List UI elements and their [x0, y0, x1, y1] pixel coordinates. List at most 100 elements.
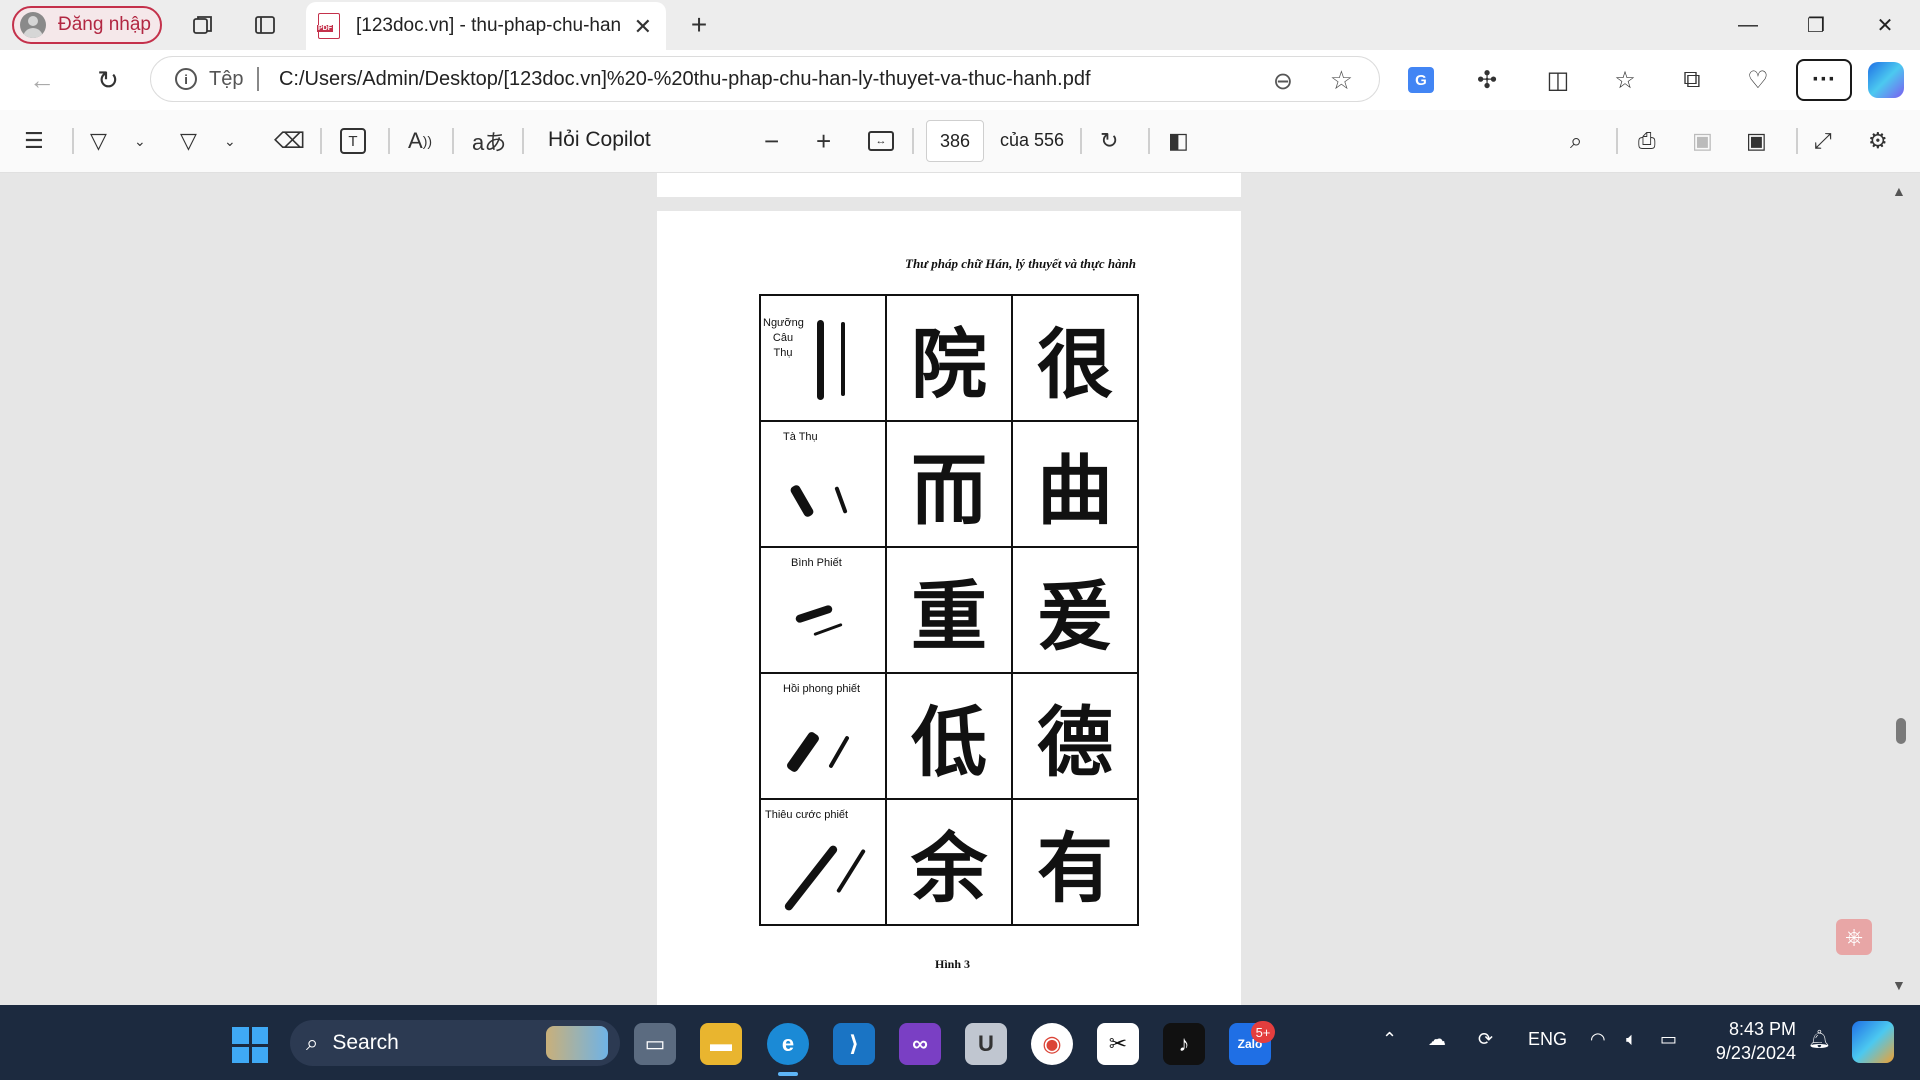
sync-icon[interactable]: ⟳ — [1478, 1029, 1493, 1050]
new-tab-icon[interactable]: + — [684, 9, 714, 40]
refresh-icon[interactable]: ↻ — [90, 62, 126, 98]
vscode-icon[interactable]: ⟩ — [833, 1023, 875, 1065]
stroke-sample-image — [789, 483, 815, 519]
volume-icon[interactable]: 🔈︎ — [1626, 1029, 1637, 1050]
pdf-settings-gear-icon[interactable]: ⚙ — [1868, 126, 1888, 156]
calligraphy-character: 而 — [911, 446, 987, 535]
save-as-icon[interactable]: ▣ — [1746, 126, 1767, 156]
settings-more-icon[interactable]: ··· — [1796, 59, 1852, 101]
add-text-icon[interactable]: T — [340, 126, 366, 156]
read-aloud-icon[interactable]: A)) — [408, 126, 432, 156]
find-icon[interactable]: ⌕ — [1570, 126, 1582, 156]
character-cell: 德 — [1011, 672, 1139, 800]
onedrive-cloud-icon[interactable]: ☁ — [1428, 1029, 1446, 1050]
stroke-cell: Bình Phiết — [759, 546, 887, 674]
tab-title: [123doc.vn] - thu-phap-chu-han-l — [356, 15, 621, 36]
back-icon[interactable]: ← — [24, 62, 60, 98]
minimize-icon[interactable]: — — [1725, 8, 1771, 42]
scrollbar-thumb[interactable] — [1896, 718, 1906, 744]
toolbar-divider — [1796, 128, 1798, 154]
stroke-cell: Hồi phong phiết — [759, 672, 887, 800]
language-indicator[interactable]: ENG — [1528, 1029, 1567, 1050]
copilot-taskbar-icon[interactable] — [1852, 1021, 1894, 1063]
save-icon[interactable]: ▣ — [1692, 126, 1713, 156]
favorites-icon[interactable]: ☆ — [1605, 62, 1645, 98]
translate-extension-icon[interactable]: G — [1401, 62, 1441, 98]
restore-icon[interactable]: ❐ — [1793, 8, 1839, 42]
page-number-input[interactable]: 386 — [926, 120, 984, 162]
highlight-dropdown-icon[interactable]: ⌄ — [134, 126, 146, 156]
stroke-sample-image — [817, 320, 824, 400]
file-explorer-icon[interactable]: ▬ — [700, 1023, 742, 1065]
scroll-up-icon[interactable]: ▲ — [1892, 183, 1906, 199]
calligraphy-character: 低 — [911, 698, 987, 787]
search-icon: ⌕ — [306, 1030, 319, 1055]
capcut-icon[interactable]: ✂ — [1097, 1023, 1139, 1065]
windows-start-icon[interactable] — [232, 1027, 268, 1063]
workspaces-icon[interactable] — [188, 10, 218, 40]
system-clock[interactable]: 8:43 PM 9/23/2024 — [1706, 1017, 1796, 1065]
toolbar-divider — [522, 128, 524, 154]
fit-width-icon[interactable]: ↔ — [868, 126, 894, 156]
tab-bar: Đăng nhập [123doc.vn] - thu-phap-chu-han… — [0, 0, 1920, 50]
contents-list-icon[interactable]: ☰ — [24, 126, 44, 156]
stroke-label: Bình Phiết — [791, 557, 842, 569]
page-view-icon[interactable]: ◧ — [1168, 126, 1189, 156]
split-screen-icon[interactable]: ◫ — [1538, 62, 1578, 98]
rotate-icon[interactable]: ↻ — [1100, 126, 1118, 156]
favorite-star-icon[interactable]: ☆ — [1330, 65, 1353, 96]
translate-icon[interactable]: aあ — [472, 126, 506, 156]
highlight-icon[interactable]: ▽ — [90, 126, 107, 156]
stroke-label: Hồi phong phiết — [783, 683, 861, 695]
table-row: Thiêu cước phiết 余 有 — [759, 798, 1139, 926]
scroll-down-icon[interactable]: ▼ — [1892, 977, 1906, 993]
close-tab-icon[interactable]: ✕ — [634, 14, 652, 40]
chrome-icon[interactable]: ◉ — [1031, 1023, 1073, 1065]
acrobat-icon[interactable]: ⎈ — [1836, 919, 1872, 955]
pdf-viewer[interactable]: Thư pháp chữ Hán, lý thuyết và thực hành… — [0, 173, 1920, 1005]
pdf-file-icon — [317, 13, 340, 39]
fullscreen-icon[interactable]: ⤢ — [1814, 126, 1832, 156]
clock-time: 8:43 PM — [1728, 1019, 1796, 1039]
battery-icon[interactable]: ▭ — [1660, 1029, 1677, 1050]
draw-icon[interactable]: ▽ — [180, 126, 197, 156]
toolbar-divider — [452, 128, 454, 154]
stroke-sample-image — [834, 486, 848, 514]
info-icon[interactable]: i — [175, 68, 197, 90]
character-cell: 余 — [885, 798, 1013, 926]
zoom-minus-icon[interactable]: − — [764, 126, 779, 156]
zoom-out-icon[interactable]: ⊖ — [1273, 67, 1293, 96]
copilot-icon[interactable] — [1868, 62, 1904, 98]
browser-essentials-icon[interactable]: ♡ — [1738, 62, 1778, 98]
draw-dropdown-icon[interactable]: ⌄ — [224, 126, 236, 156]
show-hidden-icons-icon[interactable]: ⌃ — [1382, 1029, 1397, 1050]
wifi-icon[interactable]: ◠ — [1590, 1029, 1606, 1050]
tab-actions-icon[interactable] — [250, 10, 280, 40]
close-window-icon[interactable]: ✕ — [1862, 8, 1908, 42]
visual-studio-icon[interactable]: ∞ — [899, 1023, 941, 1065]
tiktok-icon[interactable]: ♪ — [1163, 1023, 1205, 1065]
extensions-icon[interactable]: ✣ — [1467, 62, 1507, 98]
profile-avatar-icon — [20, 12, 46, 38]
zalo-notification-badge: 5+ — [1251, 1021, 1275, 1043]
zoom-plus-icon[interactable]: + — [816, 126, 831, 156]
edge-browser-icon[interactable]: e — [767, 1023, 809, 1065]
read-aloud-label: A — [408, 128, 423, 153]
login-button[interactable]: Đăng nhập — [12, 6, 162, 44]
search-label: Search — [332, 1031, 399, 1054]
ask-copilot-button[interactable]: Hỏi Copilot — [548, 128, 651, 152]
character-cell: 有 — [1011, 798, 1139, 926]
address-bar-row: ← ↻ i Tệp C:/Users/Admin/Desktop/[123doc… — [0, 50, 1920, 110]
address-field[interactable]: i Tệp C:/Users/Admin/Desktop/[123doc.vn]… — [150, 56, 1380, 102]
collections-icon[interactable]: ⧉ — [1672, 62, 1712, 98]
task-view-icon[interactable]: ▭ — [634, 1023, 676, 1065]
print-icon[interactable]: ⎙ — [1638, 126, 1656, 156]
eraser-icon[interactable]: ⌫ — [274, 126, 305, 156]
active-tab[interactable]: [123doc.vn] - thu-phap-chu-han-l ✕ — [306, 2, 666, 50]
toolbar-divider — [912, 128, 914, 154]
taskbar-search[interactable]: ⌕ Search — [290, 1020, 620, 1066]
character-cell: 院 — [885, 294, 1013, 422]
unikey-icon[interactable]: U — [965, 1023, 1007, 1065]
stroke-sample-image — [785, 730, 821, 774]
notifications-bell-icon[interactable]: 🔔︎ — [1808, 1029, 1831, 1050]
